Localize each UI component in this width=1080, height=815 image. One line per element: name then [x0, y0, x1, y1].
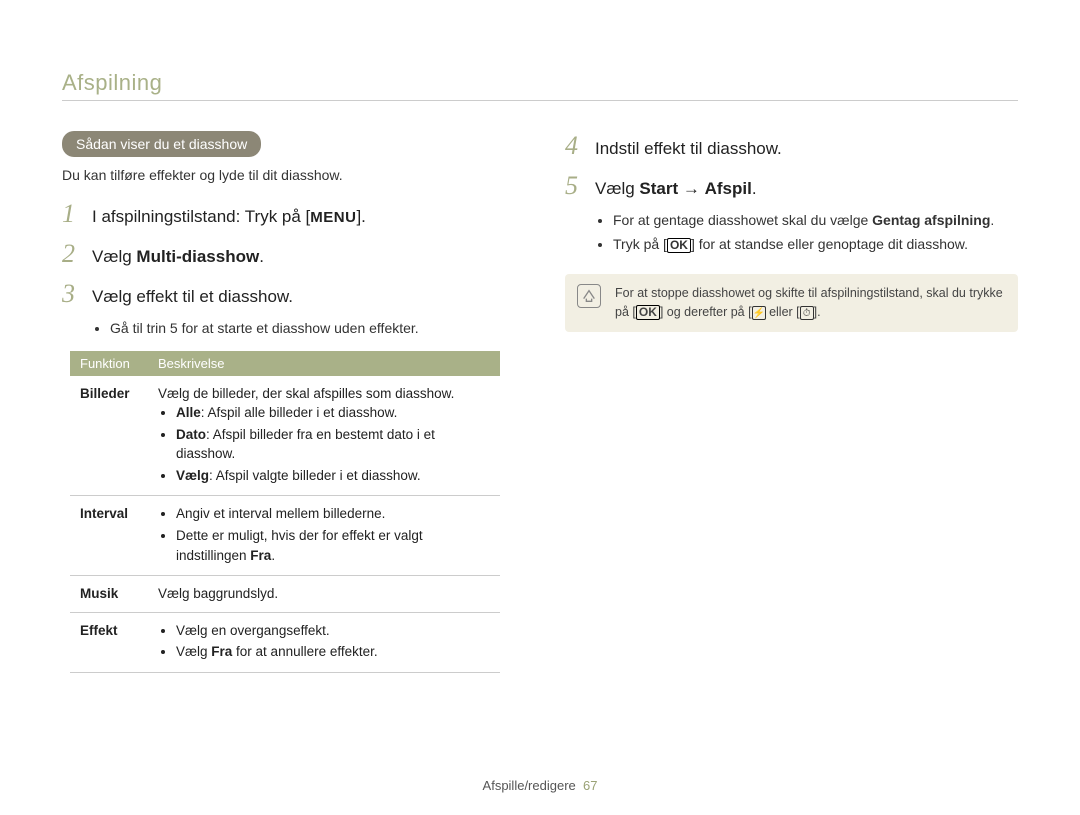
text: . [990, 212, 994, 228]
step-text: I afspilningstilstand: Tryk på [MENU]. [92, 205, 366, 229]
step-5-bullets: For at gentage diasshowet skal du vælge … [613, 211, 1018, 254]
menu-label: MENU [310, 209, 356, 226]
text: I afspilningstilstand: Tryk på [ [92, 207, 310, 226]
bold: Alle [176, 405, 201, 420]
step-text: Vælg Start → Afspil. [595, 177, 757, 201]
table-row: Musik Vælg baggrundslyd. [70, 576, 500, 613]
step-number: 2 [62, 239, 82, 269]
th-funktion: Funktion [70, 351, 148, 376]
note-box: For at stoppe diasshowet og skifte til a… [565, 274, 1018, 332]
fn-label: Interval [70, 496, 148, 576]
list-item: For at gentage diasshowet skal du vælge … [613, 211, 1018, 231]
step-2: 2 Vælg Multi-diasshow. [62, 239, 515, 269]
text: : Afspil alle billeder i et diasshow. [201, 405, 398, 420]
fn-desc: Angiv et interval mellem billederne. Det… [148, 496, 500, 576]
text: . [259, 247, 264, 266]
footer-section: Afspille/redigere [483, 778, 576, 793]
list-item: Alle: Afspil alle billeder i et diasshow… [176, 403, 490, 423]
bold: Gentag afspilning [872, 212, 990, 228]
step-3-bullets: Gå til trin 5 for at starte et diasshow … [110, 319, 515, 339]
function-table: Funktion Beskrivelse Billeder Vælg de bi… [70, 351, 500, 673]
step-5: 5 Vælg Start → Afspil. [565, 171, 1018, 201]
step-text: Indstil effekt til diasshow. [595, 137, 782, 161]
right-column: 4 Indstil effekt til diasshow. 5 Vælg St… [565, 131, 1018, 673]
text: for at annullere effekter. [232, 644, 377, 659]
th-beskrivelse: Beskrivelse [148, 351, 500, 376]
ok-icon: OK [636, 305, 660, 320]
text: Dette er muligt, hvis der for effekt er … [176, 528, 423, 563]
step-3: 3 Vælg effekt til et diasshow. [62, 279, 515, 309]
table-row: Effekt Vælg en overgangseffekt. Vælg Fra… [70, 612, 500, 672]
fn-desc: Vælg baggrundslyd. [148, 576, 500, 613]
step-number: 1 [62, 199, 82, 229]
text: : Afspil billeder fra en bestemt dato i … [176, 427, 435, 462]
list-item: Tryk på [OK] for at standse eller genopt… [613, 235, 1018, 255]
fn-label: Effekt [70, 612, 148, 672]
bold: Fra [250, 548, 271, 563]
step-number: 4 [565, 131, 585, 161]
fn-label: Billeder [70, 376, 148, 496]
content-columns: Sådan viser du et diasshow Du kan tilfør… [62, 131, 1018, 673]
text: Vælg de billeder, der skal afspilles som… [158, 386, 454, 401]
step-number: 3 [62, 279, 82, 309]
bold: Dato [176, 427, 206, 442]
ok-icon: OK [667, 238, 691, 253]
left-column: Sådan viser du et diasshow Du kan tilfør… [62, 131, 515, 673]
note-icon [577, 284, 601, 308]
page-footer: Afspille/redigere 67 [0, 778, 1080, 793]
step-1: 1 I afspilningstilstand: Tryk på [MENU]. [62, 199, 515, 229]
fn-desc: Vælg en overgangseffekt. Vælg Fra for at… [148, 612, 500, 672]
fn-label: Musik [70, 576, 148, 613]
text: ]. [814, 305, 821, 319]
section-pill: Sådan viser du et diasshow [62, 131, 261, 157]
table-row: Interval Angiv et interval mellem billed… [70, 496, 500, 576]
list-item: Dato: Afspil billeder fra en bestemt dat… [176, 425, 490, 464]
list-item: Vælg en overgangseffekt. [176, 621, 490, 641]
text: For at gentage diasshowet skal du vælge [613, 212, 872, 228]
text: Vælg [92, 247, 136, 266]
table-row: Billeder Vælg de billeder, der skal afsp… [70, 376, 500, 496]
bold: Start [639, 179, 678, 198]
timer-icon: ⏱ [800, 306, 814, 320]
list-item: Vælg: Afspil valgte billeder i et diassh… [176, 466, 490, 486]
flash-icon: ⚡ [752, 306, 766, 320]
step-text: Vælg Multi-diasshow. [92, 245, 264, 269]
page-section-title: Afspilning [62, 70, 1018, 96]
bold: Multi-diasshow [136, 247, 259, 266]
header-divider [62, 100, 1018, 101]
list-item: Angiv et interval mellem billederne. [176, 504, 490, 524]
text: ]. [356, 207, 365, 226]
step-text: Vælg effekt til et diasshow. [92, 285, 293, 309]
list-item: Vælg Fra for at annullere effekter. [176, 642, 490, 662]
text: ] for at standse eller genoptage dit dia… [691, 236, 968, 252]
list-item: Dette er muligt, hvis der for effekt er … [176, 526, 490, 565]
step-number: 5 [565, 171, 585, 201]
text: ] og derefter på [ [660, 305, 752, 319]
intro-text: Du kan tilføre effekter og lyde til dit … [62, 167, 515, 183]
text: Vælg [595, 179, 639, 198]
bold: Afspil [705, 179, 752, 198]
text: Tryk på [ [613, 236, 667, 252]
fn-desc: Vælg de billeder, der skal afspilles som… [148, 376, 500, 496]
arrow: → [678, 179, 704, 198]
bold: Vælg [176, 468, 209, 483]
text: Vælg [176, 644, 211, 659]
bullet: Gå til trin 5 for at starte et diasshow … [110, 319, 515, 339]
text: : Afspil valgte billeder i et diasshow. [209, 468, 421, 483]
text: . [752, 179, 757, 198]
page-number: 67 [583, 778, 597, 793]
text: . [271, 548, 275, 563]
bold: Fra [211, 644, 232, 659]
step-4: 4 Indstil effekt til diasshow. [565, 131, 1018, 161]
